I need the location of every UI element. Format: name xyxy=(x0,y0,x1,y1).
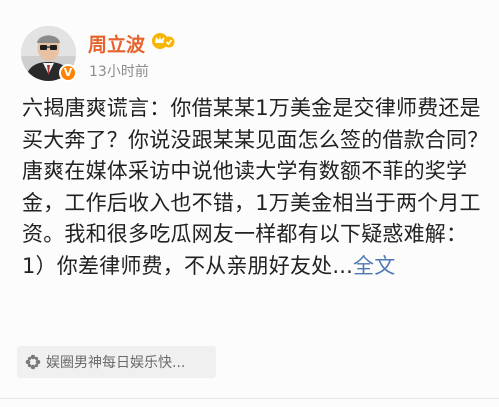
post-body: 六揭唐爽谎言：你借某某1万美金是交律师费还是买大奔了？你说没跟某某见面怎么签的借… xyxy=(22,93,490,282)
topic-tag-label: 娱圈男神每日娱乐快... xyxy=(46,355,186,371)
post-paragraph-1: 六揭唐爽谎言：你借某某1万美金是交律师费还是买大奔了？你说没跟某某见面怎么签的借… xyxy=(22,96,489,152)
topic-tag[interactable]: 娱圈男神每日娱乐快... xyxy=(17,346,216,378)
author-name[interactable]: 周立波 xyxy=(88,30,145,57)
topic-flower-icon xyxy=(25,354,41,370)
crown-level-icon xyxy=(151,32,175,50)
divider xyxy=(0,398,499,399)
weibo-post-card: V 周立波 13小时前 六揭唐爽谎言：你借某某1万美金是交律师费还是买大奔了？你… xyxy=(0,0,499,407)
vip-verified-icon: V xyxy=(59,64,77,82)
post-timestamp: 13小时前 xyxy=(89,64,149,80)
expand-full-text-link[interactable]: 全文 xyxy=(353,254,395,278)
post-header: V 周立波 13小时前 xyxy=(21,26,499,82)
post-paragraph-2: 唐爽在媒体采访中说他读大学有数额不菲的奖学金，工作后收入也不错，1万美金相当于两… xyxy=(22,156,490,282)
post-paragraph-2-text: 唐爽在媒体采访中说他读大学有数额不菲的奖学金，工作后收入也不错，1万美金相当于两… xyxy=(22,159,481,278)
